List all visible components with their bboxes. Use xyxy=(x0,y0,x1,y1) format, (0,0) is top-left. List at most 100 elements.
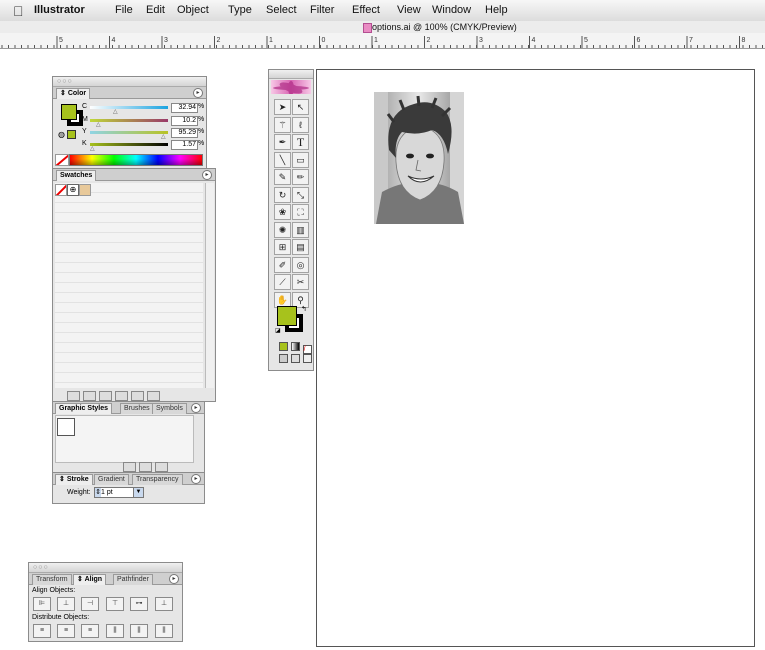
align-titlebar[interactable]: ○○○ xyxy=(29,563,182,573)
menu-app[interactable]: Illustrator xyxy=(34,4,85,16)
symbol-sprayer-icon[interactable]: ✺ xyxy=(274,221,291,238)
scissors-icon[interactable]: ✂ xyxy=(292,274,309,290)
window-buttons[interactable]: ○○○ xyxy=(57,78,73,85)
yellow-value[interactable]: 95.29 xyxy=(171,128,198,138)
menu-type[interactable]: Type xyxy=(228,4,252,16)
rotate-icon[interactable]: ↻ xyxy=(274,186,291,203)
none-mode-icon[interactable]: / xyxy=(302,345,312,354)
mesh-icon[interactable]: ⊞ xyxy=(274,239,291,255)
horizontal-ruler[interactable]: 5 4 3 2 1 0 1 2 3 4 5 6 7 8 xyxy=(0,33,765,49)
styles-list[interactable] xyxy=(55,415,194,463)
warp-icon[interactable]: ❀ xyxy=(274,204,291,220)
distribute-top-icon[interactable]: ≡ xyxy=(33,624,51,638)
magenta-value[interactable]: 10.2 xyxy=(171,116,198,126)
lasso-icon[interactable]: ℓ xyxy=(292,116,309,133)
swap-fill-stroke-icon[interactable]: ↰ xyxy=(301,305,307,313)
tab-transparency[interactable]: Transparency xyxy=(132,474,183,485)
tab-align[interactable]: ⇕ Align xyxy=(73,574,107,585)
gradient-mode-icon[interactable] xyxy=(290,342,300,351)
slice-icon[interactable]: ⟋ xyxy=(274,274,291,290)
panel-menu-icon[interactable]: ▸ xyxy=(169,574,179,584)
menu-edit[interactable]: Edit xyxy=(146,4,165,16)
black-value[interactable]: 1.57 xyxy=(171,140,198,150)
direct-selection-icon[interactable]: ↖ xyxy=(292,99,309,115)
align-left-icon[interactable]: ⊫ xyxy=(33,597,51,611)
pencil-icon[interactable]: ✏ xyxy=(292,169,309,185)
tab-color[interactable]: ⇕ Color xyxy=(56,88,91,99)
portrait-image[interactable] xyxy=(374,92,464,224)
distribute-bottom-icon[interactable]: ≡ xyxy=(81,624,99,638)
color-spectrum[interactable] xyxy=(69,154,203,166)
tab-transform[interactable]: Transform xyxy=(32,574,72,585)
tab-symbols[interactable]: Symbols xyxy=(152,403,187,414)
magic-wand-icon[interactable]: ⚚ xyxy=(274,116,291,133)
distribute-center-h-icon[interactable]: ⫼ xyxy=(130,624,148,638)
new-swatch-button[interactable] xyxy=(131,391,144,401)
full-screen-icon[interactable] xyxy=(302,354,312,363)
none-swatch[interactable] xyxy=(55,184,67,196)
align-center-v-icon[interactable]: ⊶ xyxy=(130,597,148,611)
gradient-icon[interactable]: ▤ xyxy=(292,239,309,255)
distribute-right-icon[interactable]: ⫼ xyxy=(155,624,173,638)
window-buttons[interactable]: ○○○ xyxy=(33,564,49,571)
break-link-button[interactable] xyxy=(123,462,136,472)
apple-icon[interactable]:  xyxy=(13,3,24,19)
menu-window[interactable]: Window xyxy=(432,4,471,16)
tab-swatches[interactable]: Swatches xyxy=(56,170,97,181)
menu-help[interactable]: Help xyxy=(485,4,508,16)
free-transform-icon[interactable]: ⛶ xyxy=(292,204,309,220)
tab-stroke[interactable]: ⇕ Stroke xyxy=(55,474,93,485)
full-screen-menu-icon[interactable] xyxy=(290,354,300,363)
yellow-slider[interactable] xyxy=(90,131,168,134)
cyan-thumb[interactable]: △ xyxy=(113,108,118,115)
tab-pathfinder[interactable]: Pathfinder xyxy=(113,574,153,585)
menu-filter[interactable]: Filter xyxy=(310,4,334,16)
tab-gradient[interactable]: Gradient xyxy=(94,474,129,485)
color-mode-icon[interactable] xyxy=(279,342,288,351)
paintbrush-icon[interactable]: ✎ xyxy=(274,169,291,185)
show-kinds-button[interactable] xyxy=(67,391,80,401)
menu-effect[interactable]: Effect xyxy=(352,4,380,16)
libraries-button[interactable] xyxy=(115,391,128,401)
type-icon[interactable]: T xyxy=(292,134,309,150)
align-bottom-icon[interactable]: ⊥ xyxy=(155,597,173,611)
align-right-icon[interactable]: ⊣ xyxy=(81,597,99,611)
menu-view[interactable]: View xyxy=(397,4,421,16)
registration-swatch-icon[interactable]: ⊕ xyxy=(67,184,79,196)
tab-graphic-styles[interactable]: Graphic Styles xyxy=(55,403,113,414)
eyedropper-icon[interactable]: ✐ xyxy=(274,256,291,273)
distribute-center-v-icon[interactable]: ≡ xyxy=(57,624,75,638)
menu-file[interactable]: File xyxy=(115,4,133,16)
artboard[interactable] xyxy=(316,69,755,647)
color-group-button[interactable] xyxy=(99,391,112,401)
swatch-list[interactable]: ⊕ xyxy=(55,183,203,388)
weight-dropdown-icon[interactable]: ▼ xyxy=(133,487,144,498)
panel-menu-icon[interactable]: ▸ xyxy=(202,170,212,180)
line-icon[interactable]: ╲ xyxy=(274,151,291,168)
menu-object[interactable]: Object xyxy=(177,4,209,16)
swatches-scrollbar[interactable] xyxy=(205,183,214,388)
tools-titlebar[interactable] xyxy=(269,70,313,79)
swatch-options-button[interactable] xyxy=(83,391,96,401)
distribute-left-icon[interactable]: ⫼ xyxy=(106,624,124,638)
default-fill-stroke-icon[interactable]: ◪ xyxy=(275,327,281,334)
weight-field[interactable]: ⇕1 pt xyxy=(94,487,134,498)
rectangle-icon[interactable]: ▭ xyxy=(292,151,309,168)
align-top-icon[interactable]: ⊤ xyxy=(106,597,124,611)
selection-icon[interactable]: ➤ xyxy=(274,99,291,115)
fill-swatch[interactable] xyxy=(61,104,77,120)
tab-brushes[interactable]: Brushes xyxy=(120,403,154,414)
align-center-h-icon[interactable]: ⊥ xyxy=(57,597,75,611)
tan-swatch[interactable] xyxy=(79,184,91,196)
cyan-value[interactable]: 32.94 xyxy=(171,103,198,113)
default-style-swatch[interactable] xyxy=(57,418,75,436)
panel-menu-icon[interactable]: ▸ xyxy=(191,403,201,413)
panel-menu-icon[interactable]: ▸ xyxy=(193,88,203,98)
graph-icon[interactable]: ▥ xyxy=(292,221,309,238)
black-slider[interactable] xyxy=(90,143,168,146)
blend-icon[interactable]: ◎ xyxy=(292,256,309,273)
magenta-slider[interactable] xyxy=(90,119,168,122)
panel-titlebar[interactable]: ○○○ xyxy=(53,77,206,87)
normal-screen-icon[interactable] xyxy=(279,354,288,363)
tool-fill-swatch[interactable] xyxy=(277,306,297,326)
